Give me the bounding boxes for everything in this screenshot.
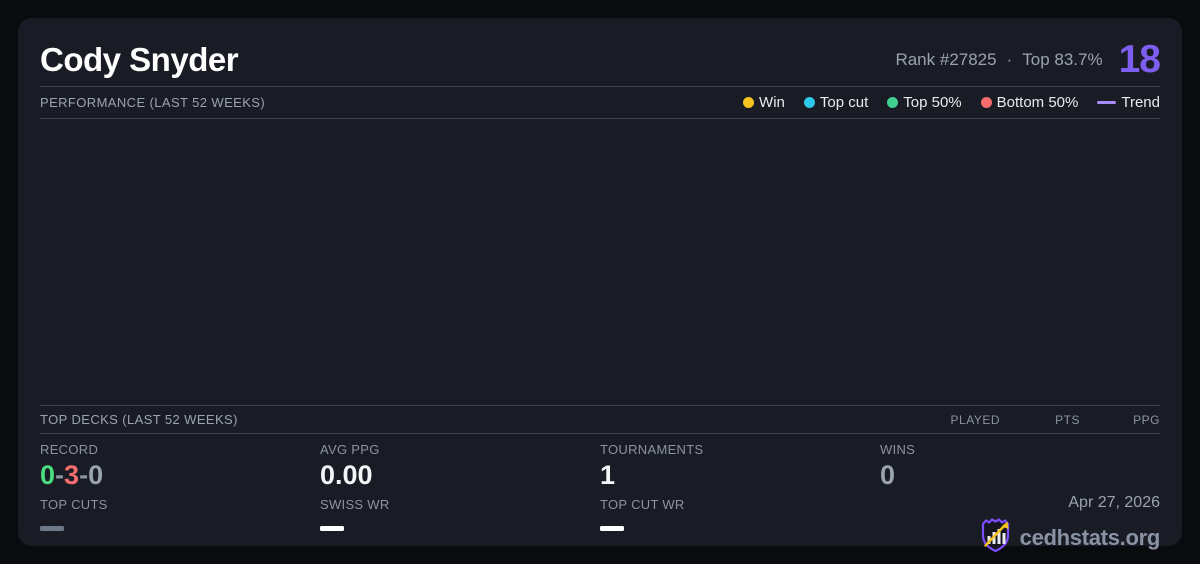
player-stats-card: Cody Snyder Rank #27825 · Top 83.7% 18 P… — [18, 18, 1182, 553]
top-decks-columns: PLAYED PTS PPG — [920, 413, 1160, 427]
legend-label-trend: Trend — [1121, 94, 1160, 111]
column-header-ppg: PPG — [1133, 412, 1160, 427]
legend-label-win: Win — [759, 94, 785, 111]
bottom-50-dot-icon — [980, 97, 992, 108]
win-dot-icon — [743, 97, 755, 108]
legend-label-bottom-50: Bottom 50% — [996, 94, 1079, 111]
player-score: 18 — [1118, 37, 1161, 81]
top-cuts-label: TOP CUTS — [40, 497, 108, 512]
top-cut-dot-icon — [803, 97, 815, 108]
card-header: Cody Snyder Rank #27825 · Top 83.7% 18 — [40, 34, 1161, 85]
column-header-played: PLAYED — [950, 412, 1000, 427]
swiss-wr-value-dash — [320, 526, 344, 531]
stats-grid: RECORD 0-3-0 TOP CUTS AVG PPG 0.00 SWISS… — [40, 434, 1160, 558]
legend-item-win: Win — [743, 94, 785, 111]
wins-label: WINS — [880, 442, 916, 457]
rank-text: Rank #27825 — [895, 49, 997, 69]
legend-item-top-cut: Top cut — [803, 94, 869, 111]
record-wins: 0 — [40, 460, 56, 490]
cedhstats-site-text: cedhstats.org — [1019, 524, 1161, 550]
top-cut-wr-label: TOP CUT WR — [600, 497, 685, 512]
record-losses: 3 — [64, 460, 80, 490]
record-separator-2: - — [79, 460, 89, 490]
top-cut-wr-value-dash — [600, 526, 624, 531]
player-name: Cody Snyder — [40, 40, 239, 78]
top-cuts-value-dash — [40, 526, 64, 531]
performance-header-row: PERFORMANCE (LAST 52 WEEKS) Win Top cut … — [40, 87, 1160, 118]
tournaments-label: TOURNAMENTS — [600, 442, 704, 457]
cedhstats-logo-icon — [979, 517, 1012, 558]
legend-label-top-50: Top 50% — [903, 94, 962, 111]
top-decks-title: TOP DECKS (LAST 52 WEEKS) — [40, 412, 238, 427]
stat-column-avg-ppg: AVG PPG 0.00 SWISS WR — [320, 442, 600, 558]
cedhstats-brand[interactable]: cedhstats.org — [880, 517, 1160, 558]
legend-item-top-50: Top 50% — [887, 94, 962, 111]
top-percent-text: Top 83.7% — [1022, 49, 1103, 69]
legend-item-bottom-50: Bottom 50% — [980, 94, 1079, 111]
stat-column-record: RECORD 0-3-0 TOP CUTS — [40, 442, 320, 558]
legend-item-trend: Trend — [1097, 94, 1160, 111]
top-decks-header-row: TOP DECKS (LAST 52 WEEKS) PLAYED PTS PPG — [40, 406, 1160, 433]
swiss-wr-label: SWISS WR — [320, 497, 390, 512]
column-header-pts: PTS — [1055, 412, 1080, 427]
wins-value: 0 — [880, 460, 896, 490]
performance-title: PERFORMANCE (LAST 52 WEEKS) — [40, 95, 266, 110]
avg-ppg-value: 0.00 — [320, 460, 373, 490]
tournaments-value: 1 — [600, 460, 616, 490]
performance-chart-area — [40, 119, 1160, 405]
avg-ppg-label: AVG PPG — [320, 442, 380, 457]
stat-column-wins-footer: WINS 0 Apr 27, 2026 cedhstats.org — [880, 442, 1160, 558]
trend-line-icon — [1097, 101, 1117, 104]
record-separator-1: - — [55, 460, 65, 490]
record-draws: 0 — [88, 460, 104, 490]
rank-separator-dot: · — [1006, 49, 1013, 69]
record-label: RECORD — [40, 442, 99, 457]
header-rank-group: Rank #27825 · Top 83.7% 18 — [895, 37, 1161, 82]
top-50-dot-icon — [887, 97, 899, 108]
record-value: 0-3-0 — [40, 460, 320, 491]
card-date: Apr 27, 2026 — [1068, 494, 1160, 511]
legend-label-top-cut: Top cut — [819, 94, 869, 111]
stat-column-tournaments: TOURNAMENTS 1 TOP CUT WR — [600, 442, 880, 558]
chart-legend: Win Top cut Top 50% Bottom 50% Trend — [743, 94, 1160, 111]
